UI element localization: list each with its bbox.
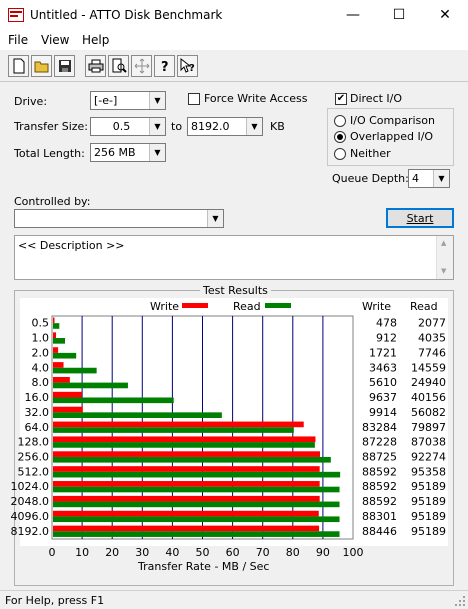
write-bar [53,406,83,413]
category-label: 512.0 [18,465,50,478]
status-text: For Help, press F1 [5,594,105,607]
read-bar [53,427,294,433]
write-value: 88592 [362,495,397,508]
read-bar [53,323,60,329]
write-value: 5610 [369,376,397,389]
read-bar [53,412,222,418]
category-label: 64.0 [25,421,50,434]
read-bar [53,456,331,463]
read-value: 14559 [411,361,446,374]
read-value: 95358 [411,465,446,478]
x-tick-label: 60 [226,546,240,559]
write-value: 9914 [369,406,397,419]
x-tick-label: 70 [256,546,270,559]
x-tick-label: 30 [135,546,149,559]
status-bar: For Help, press F1 [0,590,468,609]
read-value: 24940 [411,376,446,389]
read-bar [53,338,66,344]
x-tick-label: 20 [105,546,119,559]
read-bar [53,516,340,523]
category-label: 2.0 [32,346,50,359]
x-axis-label: Transfer Rate - MB / Sec [138,560,270,573]
write-bar [53,466,320,472]
write-value: 88725 [362,451,397,464]
x-tick-label: 100 [343,546,364,559]
category-label: 8.0 [32,376,50,389]
read-bar [53,397,174,404]
x-tick-label: 10 [75,546,89,559]
read-bar [53,382,128,389]
x-tick-label: 0 [49,546,56,559]
category-label: 16.0 [25,391,50,404]
category-label: 2048.0 [11,495,50,508]
read-value: 56082 [411,406,446,419]
category-label: 32.0 [25,406,50,419]
write-value: 3463 [369,361,397,374]
x-tick-label: 50 [196,546,210,559]
category-label: 128.0 [18,436,50,449]
x-tick-label: 40 [165,546,179,559]
write-bar [53,495,320,502]
write-value: 9637 [369,391,397,404]
category-label: 1.0 [32,332,50,345]
write-bar [53,317,55,324]
read-value: 40156 [411,391,446,404]
resize-grip-icon[interactable] [454,595,466,607]
write-bar [53,481,320,487]
write-bar [53,525,320,532]
category-label: 8192.0 [11,525,50,538]
write-bar [53,376,70,383]
read-value: 79897 [411,421,446,434]
read-bar [53,531,340,537]
x-tick-label: 90 [316,546,330,559]
write-bar [53,510,319,517]
x-tick-label: 80 [286,546,300,559]
read-value: 95189 [411,525,446,538]
write-value: 88592 [362,480,397,493]
write-value: 88446 [362,525,397,538]
read-value: 4035 [418,332,446,345]
read-value: 2077 [418,317,446,330]
write-value: 88592 [362,465,397,478]
write-bar [53,362,64,368]
read-value: 95189 [411,510,446,523]
read-bar [53,486,340,493]
category-label: 0.5 [32,317,50,330]
write-value: 912 [376,332,397,345]
read-value: 95189 [411,495,446,508]
read-value: 95189 [411,480,446,493]
results-chart: 0 10 20 30 40 50 60 70 80 90 100 0.5 478 2077 1.0 912 40… [11,315,446,559]
write-value: 83284 [362,421,397,434]
write-bar [53,391,82,398]
read-value: 92274 [411,451,446,464]
read-bar [53,501,340,508]
write-bar [53,421,304,428]
category-label: 4096.0 [11,510,50,523]
write-bar [53,451,320,457]
category-label: 256.0 [18,451,50,464]
read-bar [53,442,315,448]
category-label: 4.0 [32,361,50,374]
read-bar [53,471,341,478]
read-bar [53,352,77,359]
category-label: 1024.0 [11,480,50,493]
write-bar [53,436,316,443]
read-value: 7746 [418,346,446,359]
write-value: 87228 [362,436,397,449]
write-bar [53,332,57,339]
read-value: 87038 [411,436,446,449]
write-value: 88301 [362,510,397,523]
write-value: 478 [376,317,397,330]
write-value: 1721 [369,346,397,359]
read-bar [53,367,97,374]
write-bar [53,347,59,353]
